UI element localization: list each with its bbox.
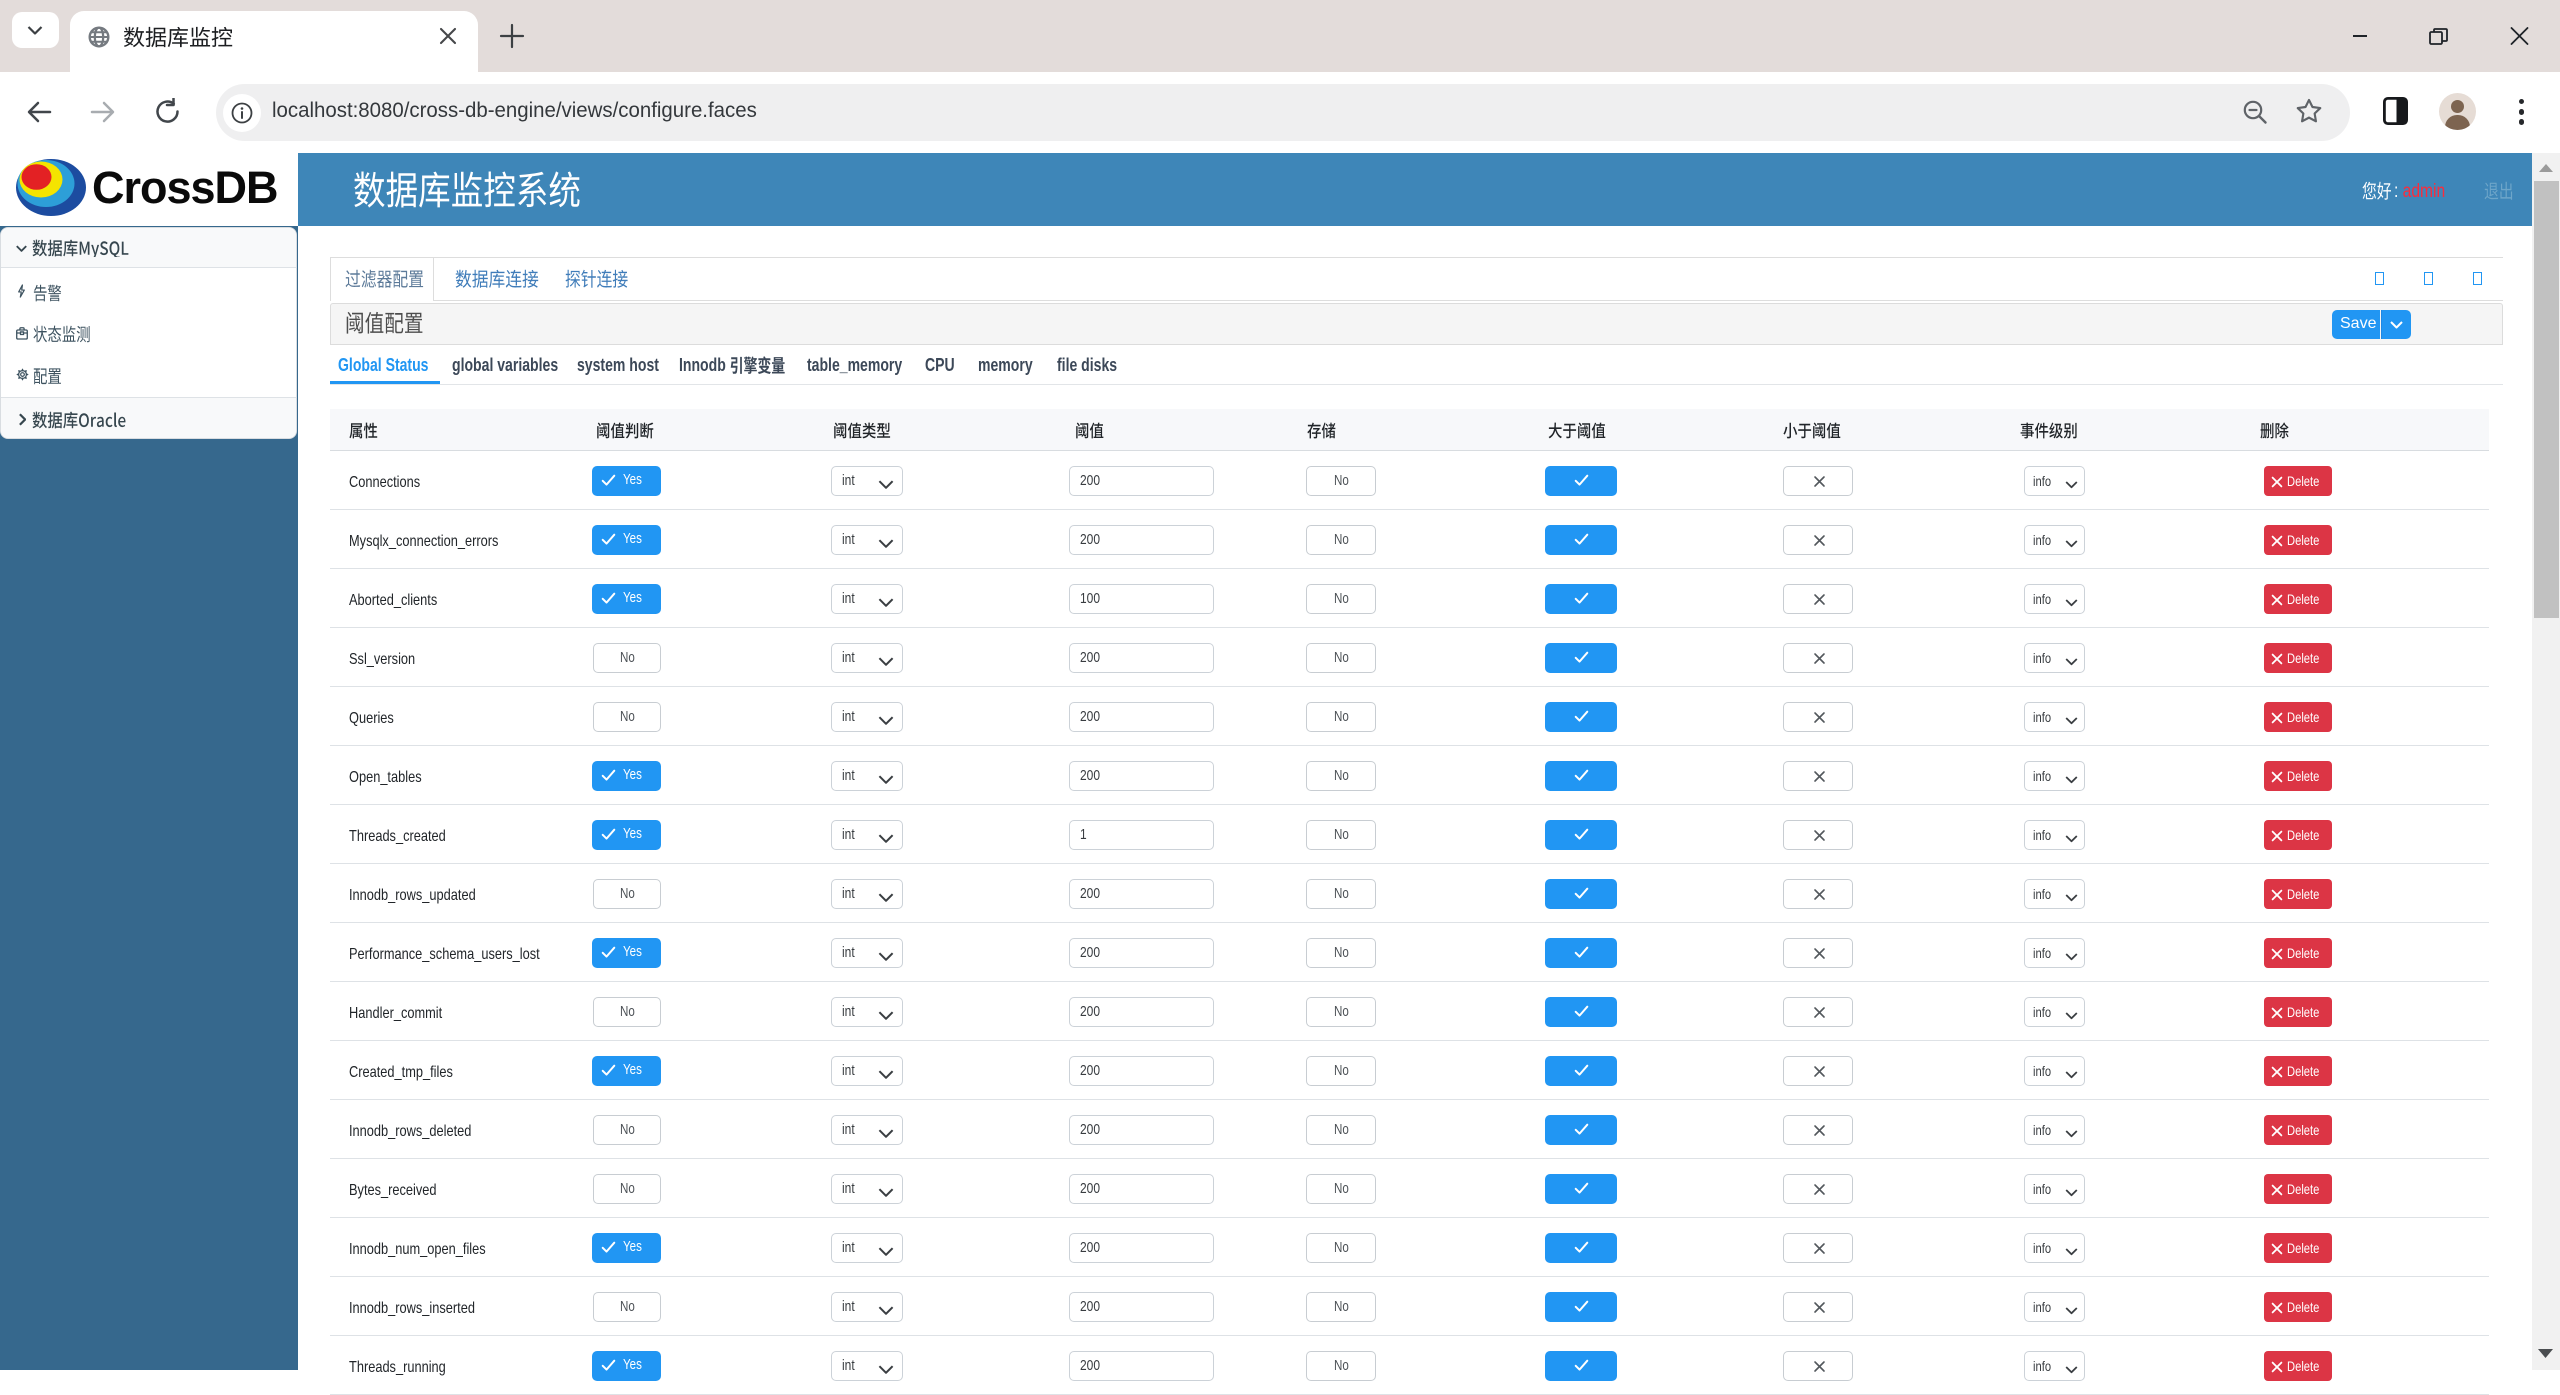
svg-text:CrossDB: CrossDB — [92, 162, 278, 213]
